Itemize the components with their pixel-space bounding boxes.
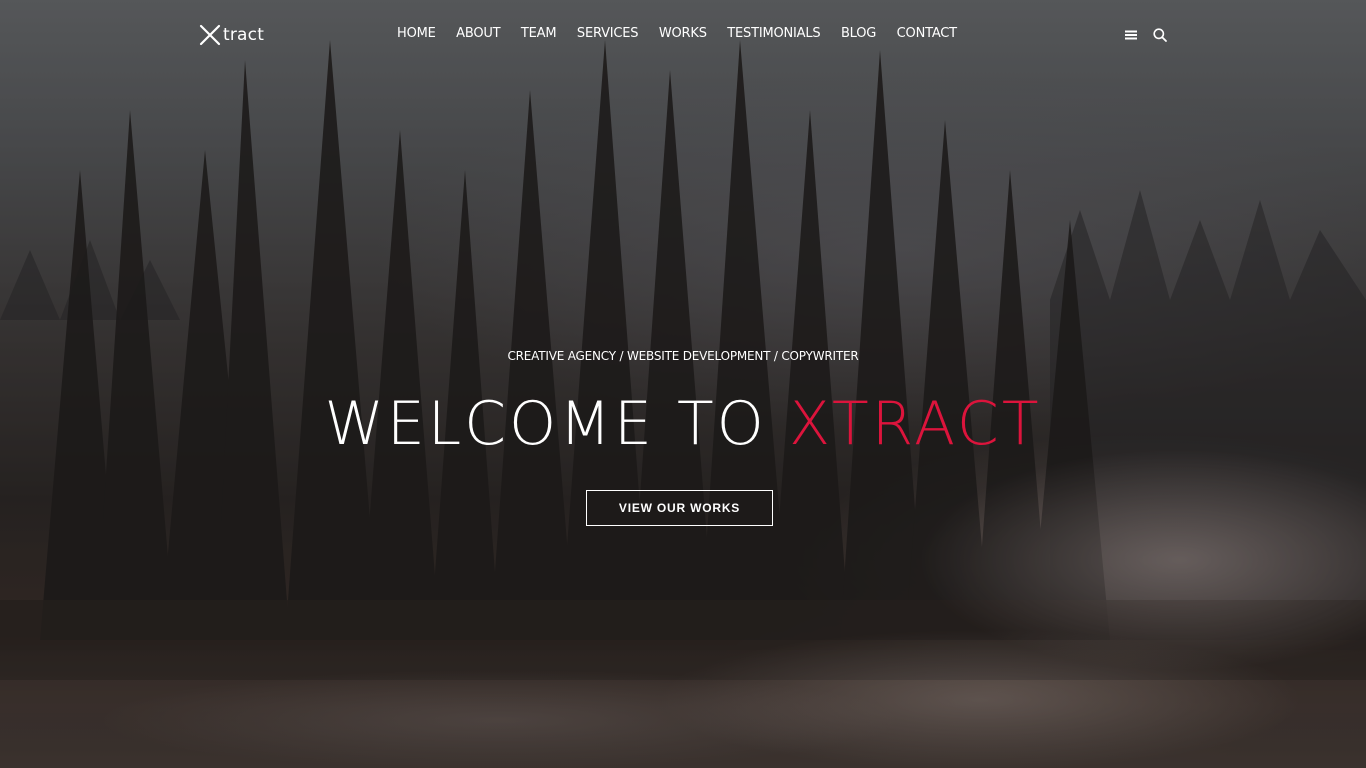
nav-item-blog[interactable]: BLOG xyxy=(841,26,876,41)
hero-headline: WELCOME TO XTRACT xyxy=(0,388,1366,460)
hero-section: tract HOME ABOUT TEAM SERVICES WORKS TES… xyxy=(0,0,1366,768)
nav-item-services[interactable]: SERVICES xyxy=(577,26,639,41)
main-nav: HOME ABOUT TEAM SERVICES WORKS TESTIMONI… xyxy=(397,26,977,41)
site-logo[interactable]: tract xyxy=(199,23,264,47)
nav-item-team[interactable]: TEAM xyxy=(521,26,557,41)
logo-x-icon xyxy=(199,24,221,46)
nav-item-about[interactable]: ABOUT xyxy=(456,26,500,41)
header-actions xyxy=(1123,27,1181,43)
menu-icon[interactable] xyxy=(1123,27,1139,43)
nav-item-home[interactable]: HOME xyxy=(397,26,436,41)
site-header: tract HOME ABOUT TEAM SERVICES WORKS TES… xyxy=(0,0,1366,70)
nav-item-testimonials[interactable]: TESTIMONIALS xyxy=(727,26,820,41)
nav-item-contact[interactable]: CONTACT xyxy=(897,26,957,41)
hero-headline-brand: XTRACT xyxy=(788,389,1042,459)
hero-headline-welcome: WELCOME TO xyxy=(324,389,789,459)
view-our-works-button[interactable]: VIEW OUR WORKS xyxy=(586,490,773,526)
nav-item-works[interactable]: WORKS xyxy=(659,26,707,41)
hero-overlay xyxy=(0,0,1366,768)
logo-text: tract xyxy=(223,25,265,45)
search-icon[interactable] xyxy=(1152,27,1168,43)
hero-tagline: CREATIVE AGENCY / WEBSITE DEVELOPMENT / … xyxy=(507,349,859,363)
